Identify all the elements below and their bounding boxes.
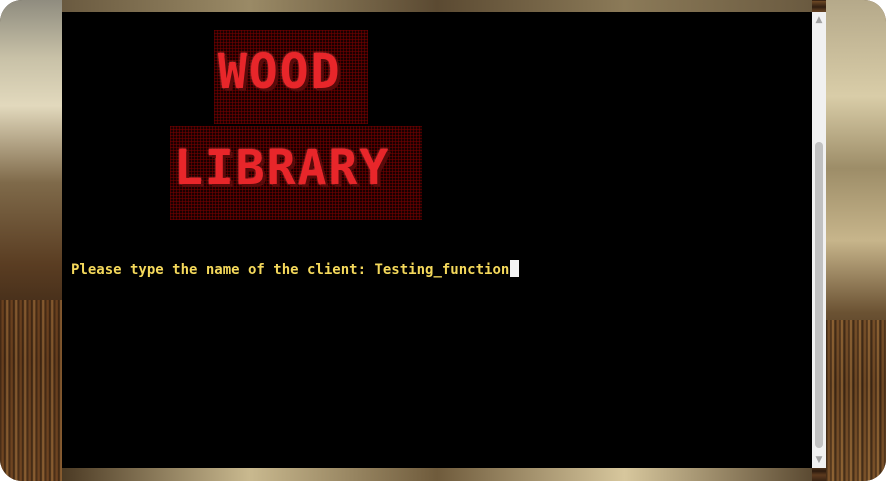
- bookshelf-right: [826, 320, 886, 481]
- bookshelf-left: [0, 300, 62, 481]
- logo-title-wood: WOOD: [218, 44, 342, 100]
- text-cursor: [510, 260, 520, 277]
- prompt-text: Please type the name of the client:: [71, 262, 375, 278]
- logo-title-library: LIBRARY: [174, 140, 391, 196]
- terminal-window[interactable]: WOOD LIBRARY Please type the name of the…: [62, 12, 812, 468]
- background-top-strip: [62, 0, 812, 12]
- desktop-background: WOOD LIBRARY Please type the name of the…: [0, 0, 886, 481]
- terminal-prompt-line[interactable]: Please type the name of the client: Test…: [71, 260, 520, 279]
- scroll-up-icon[interactable]: ▲: [812, 12, 826, 28]
- background-bottom-strip: [62, 468, 812, 481]
- scroll-down-icon[interactable]: ▼: [812, 452, 826, 468]
- scrollbar-thumb[interactable]: [815, 142, 823, 448]
- terminal-input[interactable]: Testing_function: [374, 262, 509, 278]
- vertical-scrollbar[interactable]: ▲ ▼: [812, 12, 826, 468]
